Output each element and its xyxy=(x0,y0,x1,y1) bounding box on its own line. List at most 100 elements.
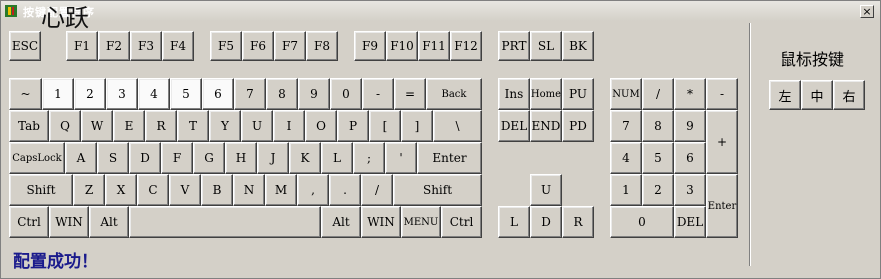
key-kp-del[interactable]: DEL xyxy=(674,206,706,238)
key-n[interactable]: N xyxy=(233,174,265,206)
key-kp-plus[interactable]: + xyxy=(706,110,738,174)
key-kp8[interactable]: 8 xyxy=(642,110,674,142)
key-end[interactable]: END xyxy=(530,110,562,142)
key-w[interactable]: W xyxy=(81,110,113,142)
key-q[interactable]: Q xyxy=(49,110,81,142)
key-x[interactable]: X xyxy=(105,174,137,206)
key-kp9[interactable]: 9 xyxy=(674,110,706,142)
key-caps[interactable]: CapsLock xyxy=(9,142,65,174)
key-n3[interactable]: 3 xyxy=(106,78,138,110)
key-comma[interactable]: , xyxy=(297,174,329,206)
key-kp-enter[interactable]: Enter xyxy=(706,174,738,238)
key-n2[interactable]: 2 xyxy=(74,78,106,110)
key-p[interactable]: P xyxy=(337,110,369,142)
key-rctrl[interactable]: Ctrl xyxy=(441,206,482,238)
key-back[interactable]: Back xyxy=(426,78,482,110)
key-f[interactable]: F xyxy=(161,142,193,174)
mouse-middle-button[interactable]: 中 xyxy=(801,80,833,110)
key-kp-mul[interactable]: * xyxy=(674,78,706,110)
key-b[interactable]: B xyxy=(201,174,233,206)
key-slash[interactable]: / xyxy=(361,174,393,206)
key-n6[interactable]: 6 xyxy=(202,78,234,110)
key-d[interactable]: D xyxy=(129,142,161,174)
mouse-right-button[interactable]: 右 xyxy=(833,80,865,110)
key-kp2[interactable]: 2 xyxy=(642,174,674,206)
key-up[interactable]: U xyxy=(530,174,562,206)
key-f12[interactable]: F12 xyxy=(450,31,482,61)
key-minus[interactable]: - xyxy=(362,78,394,110)
key-f5[interactable]: F5 xyxy=(210,31,242,61)
key-enter[interactable]: Enter xyxy=(417,142,482,174)
key-kp1[interactable]: 1 xyxy=(610,174,642,206)
key-y[interactable]: Y xyxy=(209,110,241,142)
key-kp3[interactable]: 3 xyxy=(674,174,706,206)
key-semicolon[interactable]: ; xyxy=(353,142,385,174)
close-button[interactable]: × xyxy=(860,5,874,18)
key-rshift[interactable]: Shift xyxy=(393,174,482,206)
key-lctrl[interactable]: Ctrl xyxy=(9,206,49,238)
key-f3[interactable]: F3 xyxy=(130,31,162,61)
key-ins[interactable]: Ins xyxy=(498,78,530,110)
key-n0[interactable]: 0 xyxy=(330,78,362,110)
key-u[interactable]: U xyxy=(241,110,273,142)
key-num[interactable]: NUM xyxy=(610,78,642,110)
key-n5[interactable]: 5 xyxy=(170,78,202,110)
key-kp5[interactable]: 5 xyxy=(642,142,674,174)
key-kp4[interactable]: 4 xyxy=(610,142,642,174)
key-h[interactable]: H xyxy=(225,142,257,174)
key-quote[interactable]: ' xyxy=(385,142,417,174)
key-esc[interactable]: ESC xyxy=(9,31,41,61)
key-rbracket[interactable]: ] xyxy=(401,110,433,142)
key-v[interactable]: V xyxy=(169,174,201,206)
key-n9[interactable]: 9 xyxy=(298,78,330,110)
key-kp6[interactable]: 6 xyxy=(674,142,706,174)
key-f4[interactable]: F4 xyxy=(162,31,194,61)
key-kp7[interactable]: 7 xyxy=(610,110,642,142)
key-kp-div[interactable]: / xyxy=(642,78,674,110)
key-lwin[interactable]: WIN xyxy=(49,206,89,238)
key-f1[interactable]: F1 xyxy=(66,31,98,61)
key-equal[interactable]: = xyxy=(394,78,426,110)
key-z[interactable]: Z xyxy=(73,174,105,206)
key-s[interactable]: S xyxy=(97,142,129,174)
key-sl[interactable]: SL xyxy=(530,31,562,61)
key-del[interactable]: DEL xyxy=(498,110,530,142)
key-n1[interactable]: 1 xyxy=(42,78,74,110)
key-e[interactable]: E xyxy=(113,110,145,142)
key-grave[interactable]: ~ xyxy=(9,78,42,110)
key-space[interactable] xyxy=(129,206,321,238)
key-o[interactable]: O xyxy=(305,110,337,142)
key-c[interactable]: C xyxy=(137,174,169,206)
key-bk[interactable]: BK xyxy=(562,31,594,61)
key-lalt[interactable]: Alt xyxy=(89,206,129,238)
key-lshift[interactable]: Shift xyxy=(9,174,73,206)
key-t[interactable]: T xyxy=(177,110,209,142)
key-lbracket[interactable]: [ xyxy=(369,110,401,142)
mouse-left-button[interactable]: 左 xyxy=(769,80,801,110)
key-g[interactable]: G xyxy=(193,142,225,174)
key-f10[interactable]: F10 xyxy=(386,31,418,61)
key-j[interactable]: J xyxy=(257,142,289,174)
key-f8[interactable]: F8 xyxy=(306,31,338,61)
key-prt[interactable]: PRT xyxy=(498,31,530,61)
key-f11[interactable]: F11 xyxy=(418,31,450,61)
key-m[interactable]: M xyxy=(265,174,297,206)
key-r[interactable]: R xyxy=(145,110,177,142)
key-kp0[interactable]: 0 xyxy=(610,206,674,238)
key-down[interactable]: D xyxy=(530,206,562,238)
key-i[interactable]: I xyxy=(273,110,305,142)
key-period[interactable]: . xyxy=(329,174,361,206)
key-ralt[interactable]: Alt xyxy=(321,206,361,238)
key-f7[interactable]: F7 xyxy=(274,31,306,61)
key-f9[interactable]: F9 xyxy=(354,31,386,61)
key-rwin[interactable]: WIN xyxy=(361,206,401,238)
key-l[interactable]: L xyxy=(321,142,353,174)
key-f6[interactable]: F6 xyxy=(242,31,274,61)
key-n7[interactable]: 7 xyxy=(234,78,266,110)
key-f2[interactable]: F2 xyxy=(98,31,130,61)
key-menu[interactable]: MENU xyxy=(401,206,441,238)
key-home[interactable]: Home xyxy=(530,78,562,110)
key-a[interactable]: A xyxy=(65,142,97,174)
key-pu[interactable]: PU xyxy=(562,78,594,110)
key-right[interactable]: R xyxy=(562,206,594,238)
